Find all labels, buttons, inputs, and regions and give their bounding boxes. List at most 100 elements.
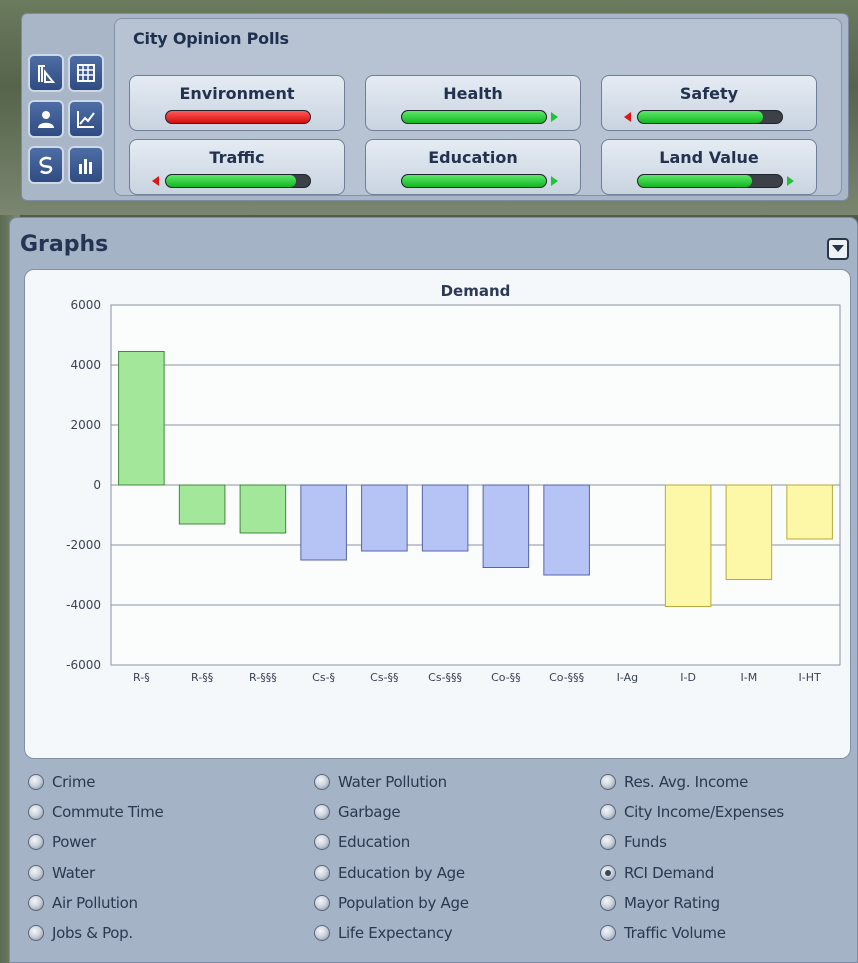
radio-button[interactable]: [600, 774, 616, 790]
graph-option-air-pollution[interactable]: Air Pollution: [28, 891, 138, 915]
graph-option-label: Water Pollution: [338, 773, 447, 791]
advisor-tool-strip: [28, 54, 108, 198]
poll-traffic[interactable]: Traffic: [129, 139, 345, 195]
graph-option-city-income-expenses[interactable]: City Income/Expenses: [600, 800, 784, 824]
poll-land-value[interactable]: Land Value: [601, 139, 817, 195]
graph-option-crime[interactable]: Crime: [28, 770, 95, 794]
poll-meter-fill: [402, 111, 546, 123]
bar-r-: [239, 484, 287, 534]
x-tick-label: R-§: [133, 671, 150, 684]
radio-button[interactable]: [314, 804, 330, 821]
radio-button[interactable]: [600, 834, 616, 851]
poll-meter: [401, 110, 547, 124]
zoning-icon[interactable]: [28, 54, 64, 92]
graph-option-label: Traffic Volume: [624, 924, 726, 942]
graph-options: Crime Commute Time Power Water Air Pollution…: [28, 770, 848, 956]
poll-education[interactable]: Education: [365, 139, 581, 195]
graph-option-life-expectancy[interactable]: Life Expectancy: [314, 921, 453, 945]
x-tick-label: Cs-§§: [370, 671, 398, 684]
trend-up-arrow-icon: [551, 176, 558, 186]
graph-option-label: Air Pollution: [52, 893, 138, 912]
graph-option-water-pollution[interactable]: Water Pollution: [314, 770, 447, 794]
y-tick-label: -6000: [66, 658, 101, 672]
graph-option-label: Jobs & Pop.: [52, 924, 133, 942]
radio-button[interactable]: [314, 894, 330, 911]
graphs-title: Graphs: [20, 232, 109, 257]
trend-down-arrow-icon: [152, 176, 159, 186]
radio-button[interactable]: [600, 804, 616, 821]
graph-option-funds[interactable]: Funds: [600, 830, 667, 854]
graph-option-label: Water: [52, 863, 95, 882]
radio-button[interactable]: [28, 804, 44, 821]
y-tick-label: 6000: [70, 298, 101, 312]
radio-button[interactable]: [28, 894, 44, 911]
bar-co-: [543, 484, 590, 576]
poll-meter-fill: [638, 175, 752, 187]
graphs-panel: Graphs Demand 6000 4000 2000 0 -2000 -4000 -600…: [9, 217, 858, 963]
radio-button[interactable]: [314, 864, 330, 881]
trend-up-arrow-icon: [551, 112, 558, 122]
chart-title: Demand: [441, 282, 511, 300]
demand-chart-svg: Demand 6000 4000 2000 0 -2000 -4000 -6000 R-§ R-§…: [66, 282, 841, 684]
graph-option-power[interactable]: Power: [28, 830, 96, 854]
radio-button[interactable]: [28, 925, 44, 941]
graph-option-jobs-pop[interactable]: Jobs & Pop.: [28, 921, 133, 945]
line-graph-icon[interactable]: [68, 100, 104, 138]
poll-label: Traffic: [209, 148, 265, 167]
y-tick-label: 0: [93, 478, 101, 492]
x-tick-label: R-§§§: [249, 671, 277, 684]
radio-button[interactable]: [314, 774, 330, 790]
poll-environment[interactable]: Environment: [129, 75, 345, 131]
graph-option-mayor-rating[interactable]: Mayor Rating: [600, 891, 720, 915]
graph-option-population-by-age[interactable]: Population by Age: [314, 891, 469, 915]
person-icon[interactable]: [28, 100, 64, 138]
poll-meter: [165, 174, 311, 188]
graph-option-label: Education by Age: [338, 863, 465, 882]
radio-button[interactable]: [28, 834, 44, 851]
graph-option-traffic-volume[interactable]: Traffic Volume: [600, 921, 726, 945]
x-tick-label: I-HT: [799, 671, 821, 684]
poll-label: Education: [428, 148, 518, 167]
graph-option-education[interactable]: Education: [314, 830, 410, 854]
polls-title: City Opinion Polls: [133, 29, 289, 48]
bar-i-d: [664, 484, 712, 607]
bar-i-m: [725, 484, 773, 580]
radio-button[interactable]: [28, 864, 44, 881]
poll-meter: [637, 110, 783, 124]
graph-option-label: RCI Demand: [624, 863, 714, 882]
radio-button[interactable]: [314, 925, 330, 941]
bar-cs-: [421, 484, 469, 552]
x-tick-label: Co-§§§: [549, 671, 584, 684]
radio-button[interactable]: [28, 774, 44, 790]
demand-chart: Demand 6000 4000 2000 0 -2000 -4000 -6000 R-§ R-§…: [24, 269, 851, 759]
graph-option-commute-time[interactable]: Commute Time: [28, 800, 164, 824]
graph-option-label: Mayor Rating: [624, 893, 720, 912]
graph-option-water[interactable]: Water: [28, 861, 95, 885]
graph-option-res-avg-income[interactable]: Res. Avg. Income: [600, 770, 748, 794]
trend-down-arrow-icon: [624, 112, 631, 122]
y-tick-label: -2000: [66, 538, 101, 552]
poll-health[interactable]: Health: [365, 75, 581, 131]
trend-up-arrow-icon: [787, 176, 794, 186]
graph-option-garbage[interactable]: Garbage: [314, 800, 401, 824]
bar-i-ht: [786, 484, 833, 540]
poll-label: Health: [443, 84, 503, 103]
y-tick-label: 2000: [70, 418, 101, 432]
graph-option-rci-demand[interactable]: RCI Demand: [600, 861, 714, 885]
poll-label: Safety: [679, 84, 739, 103]
poll-safety[interactable]: Safety: [601, 75, 817, 131]
graph-option-education-by-age[interactable]: Education by Age: [314, 861, 465, 885]
collapse-button[interactable]: [827, 238, 849, 260]
radio-button[interactable]: [600, 894, 616, 911]
chevron-down-icon: [832, 245, 844, 252]
opinion-polls-panel: City Opinion Polls Environment Health Safe…: [21, 13, 849, 201]
radio-button[interactable]: [600, 864, 616, 881]
radio-button[interactable]: [600, 925, 616, 941]
poll-meter: [401, 174, 547, 188]
swirl-icon[interactable]: [28, 146, 64, 184]
bar-cs-: [361, 484, 408, 552]
graph-option-label: Crime: [52, 773, 96, 791]
bar-graph-icon[interactable]: [68, 146, 104, 184]
radio-button[interactable]: [314, 834, 330, 851]
grid-icon[interactable]: [68, 54, 104, 92]
